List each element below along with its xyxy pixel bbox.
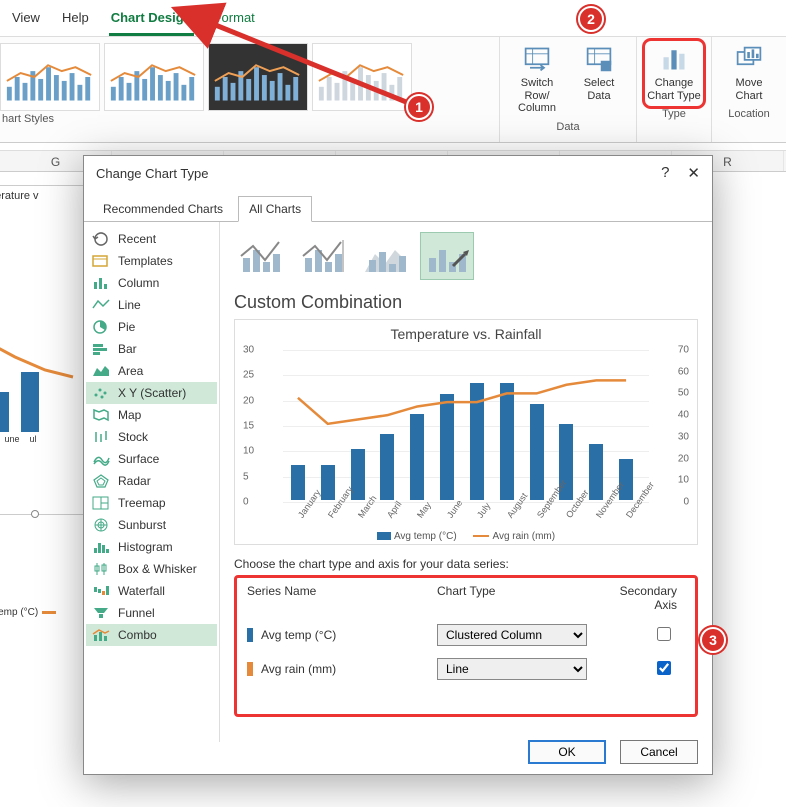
callout-3: 3 [700,627,726,653]
callout-1: 1 [406,94,432,120]
callout-2: 2 [578,6,604,32]
annotation-arrow [0,0,786,807]
